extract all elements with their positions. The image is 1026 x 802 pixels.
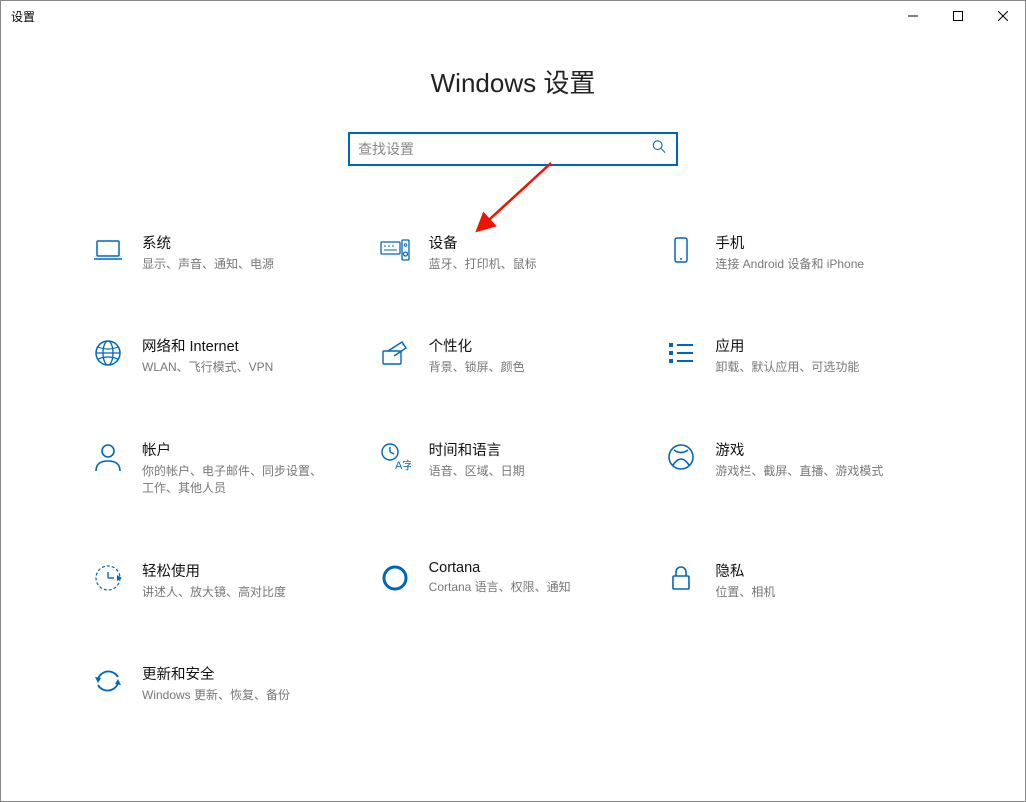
category-text: 隐私位置、相机 (715, 558, 775, 601)
category-text: 个性化背景、锁屏、颜色 (429, 333, 525, 376)
category-time-language[interactable]: A字 时间和语言语音、区域、日期 (375, 433, 652, 502)
category-desc: 语音、区域、日期 (429, 463, 525, 480)
category-title: 隐私 (715, 560, 775, 581)
search-icon[interactable] (652, 140, 666, 159)
category-gaming[interactable]: 游戏游戏栏、截屏、直播、游戏模式 (661, 433, 938, 502)
category-ease-of-access[interactable]: 轻松使用讲述人、放大镜、高对比度 (88, 554, 365, 605)
maximize-icon (953, 11, 963, 21)
category-desc: 你的帐户、电子邮件、同步设置、工作、其他人员 (142, 463, 322, 498)
search-input[interactable] (350, 134, 676, 164)
category-text: 应用卸载、默认应用、可选功能 (715, 333, 859, 376)
category-privacy[interactable]: 隐私位置、相机 (661, 554, 938, 605)
category-phone[interactable]: 手机连接 Android 设备和 iPhone (661, 226, 938, 277)
category-system[interactable]: 系统显示、声音、通知、电源 (88, 226, 365, 277)
maximize-button[interactable] (935, 1, 980, 31)
paint-icon (375, 333, 415, 373)
category-title: 轻松使用 (142, 560, 286, 581)
category-text: 时间和语言语音、区域、日期 (429, 437, 525, 480)
cortana-icon (375, 558, 415, 598)
category-text: 游戏游戏栏、截屏、直播、游戏模式 (715, 437, 883, 480)
category-title: 帐户 (142, 439, 322, 460)
category-text: 手机连接 Android 设备和 iPhone (715, 230, 864, 273)
category-title: 时间和语言 (429, 439, 525, 460)
category-title: 应用 (715, 335, 859, 356)
category-title: 网络和 Internet (142, 335, 273, 356)
category-desc: 游戏栏、截屏、直播、游戏模式 (715, 463, 883, 480)
time-language-icon: A字 (375, 437, 415, 477)
category-text: 系统显示、声音、通知、电源 (142, 230, 274, 273)
category-desc: 卸载、默认应用、可选功能 (715, 359, 859, 376)
category-title: 系统 (142, 232, 274, 253)
keyboard-speaker-icon (375, 230, 415, 270)
window-title: 设置 (11, 8, 35, 25)
category-text: Cortana Cortana 语言、权限、通知 (429, 558, 571, 596)
minimize-icon (908, 11, 918, 21)
category-text: 网络和 Internet WLAN、飞行模式、VPN (142, 333, 273, 376)
category-title: Cortana (429, 560, 571, 576)
category-title: 更新和安全 (142, 663, 290, 684)
person-icon (88, 437, 128, 477)
xbox-icon (661, 437, 701, 477)
category-text: 帐户你的帐户、电子邮件、同步设置、工作、其他人员 (142, 437, 322, 498)
category-cortana[interactable]: Cortana Cortana 语言、权限、通知 (375, 554, 652, 605)
search-box[interactable] (348, 132, 678, 166)
category-apps[interactable]: 应用卸载、默认应用、可选功能 (661, 329, 938, 380)
category-desc: Cortana 语言、权限、通知 (429, 579, 571, 596)
minimize-button[interactable] (890, 1, 935, 31)
category-devices[interactable]: 设备蓝牙、打印机、鼠标 (375, 226, 652, 277)
settings-grid: 系统显示、声音、通知、电源 设备蓝牙、打印机、鼠标 手机连接 Android 设备和… (88, 226, 938, 708)
category-desc: 位置、相机 (715, 584, 775, 601)
category-desc: 显示、声音、通知、电源 (142, 256, 274, 273)
search-container (1, 132, 1025, 166)
phone-icon (661, 230, 701, 270)
apps-list-icon (661, 333, 701, 373)
sync-icon (88, 661, 128, 701)
category-text: 更新和安全 Windows 更新、恢复、备份 (142, 661, 290, 704)
lock-icon (661, 558, 701, 598)
close-button[interactable] (980, 1, 1025, 31)
page-title: Windows 设置 (1, 63, 1025, 100)
accessibility-icon (88, 558, 128, 598)
window-controls (890, 1, 1025, 31)
globe-icon (88, 333, 128, 373)
titlebar: 设置 (1, 1, 1025, 31)
category-title: 个性化 (429, 335, 525, 356)
category-text: 轻松使用讲述人、放大镜、高对比度 (142, 558, 286, 601)
category-title: 游戏 (715, 439, 883, 460)
category-network[interactable]: 网络和 Internet WLAN、飞行模式、VPN (88, 329, 365, 380)
category-personalization[interactable]: 个性化背景、锁屏、颜色 (375, 329, 652, 380)
category-text: 设备蓝牙、打印机、鼠标 (429, 230, 537, 273)
category-title: 设备 (429, 232, 537, 253)
laptop-icon (88, 230, 128, 270)
category-desc: 讲述人、放大镜、高对比度 (142, 584, 286, 601)
category-desc: 连接 Android 设备和 iPhone (715, 256, 864, 273)
category-desc: 蓝牙、打印机、鼠标 (429, 256, 537, 273)
close-icon (998, 11, 1008, 21)
category-title: 手机 (715, 232, 864, 253)
svg-text:A字: A字 (395, 458, 411, 472)
category-accounts[interactable]: 帐户你的帐户、电子邮件、同步设置、工作、其他人员 (88, 433, 365, 502)
category-update[interactable]: 更新和安全 Windows 更新、恢复、备份 (88, 657, 365, 708)
category-desc: Windows 更新、恢复、备份 (142, 687, 290, 704)
category-desc: WLAN、飞行模式、VPN (142, 359, 273, 376)
category-desc: 背景、锁屏、颜色 (429, 359, 525, 376)
